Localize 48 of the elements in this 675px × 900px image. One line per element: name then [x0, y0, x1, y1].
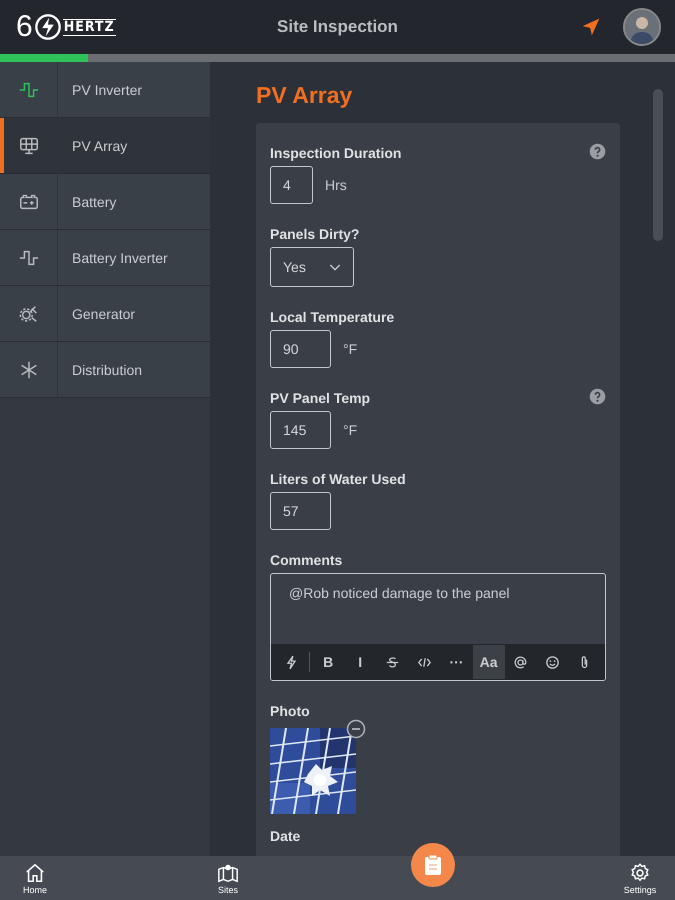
avatar[interactable]	[623, 8, 661, 46]
field-label: Date	[270, 828, 300, 844]
nav-item[interactable]: Sites	[198, 862, 258, 894]
sidebar-item[interactable]: Battery Inverter	[0, 230, 210, 286]
logo-text: HERTZ	[62, 18, 116, 36]
sidebar-item[interactable]: Battery	[0, 174, 210, 230]
help-icon[interactable]	[589, 143, 606, 160]
format-button[interactable]: Aa	[472, 645, 505, 679]
remove-icon[interactable]	[346, 719, 366, 739]
at-sign-icon	[512, 654, 530, 670]
format-button[interactable]: ···	[440, 645, 473, 679]
number-field[interactable]: 145	[270, 411, 331, 449]
settings-icon	[629, 862, 651, 884]
number-field[interactable]: 90	[270, 330, 331, 368]
nav-item[interactable]: Settings	[610, 862, 670, 894]
dropdown[interactable]: Yes	[270, 247, 354, 287]
sidebar-item[interactable]: Distribution	[0, 342, 210, 398]
field-label: PV Panel Temp	[270, 390, 370, 406]
format-button[interactable]: I	[344, 645, 376, 679]
format-button[interactable]: B	[312, 645, 344, 679]
smiley-icon	[544, 654, 562, 670]
scrollbar[interactable]	[653, 89, 663, 241]
bolt-circle-icon	[34, 13, 62, 41]
clipboard-icon	[423, 854, 443, 876]
number-field[interactable]: 57	[270, 492, 331, 530]
sidebar-item[interactable]: PV Array	[0, 118, 210, 174]
sidebar-item[interactable]: PV Inverter	[0, 62, 210, 118]
location-arrow-icon[interactable]	[581, 17, 601, 37]
logo-text: 6	[16, 12, 33, 42]
unit-label: °F	[343, 422, 358, 438]
home-icon	[24, 862, 46, 884]
field-label: Inspection Duration	[270, 145, 402, 161]
unit-label: °F	[343, 341, 358, 357]
number-field[interactable]: 4	[270, 166, 313, 204]
field-label: Panels Dirty?	[270, 226, 360, 242]
page-title: Site Inspection	[277, 17, 398, 36]
comment-text[interactable]: @Rob noticed damage to the panel	[271, 574, 605, 644]
nav-item[interactable]: Home	[5, 862, 65, 894]
help-icon[interactable]	[589, 388, 606, 405]
unit-label: Hrs	[325, 177, 347, 193]
field-label: Comments	[270, 552, 342, 568]
field-label: Local Temperature	[270, 309, 394, 325]
field-label: Liters of Water Used	[270, 471, 406, 487]
clipboard-button[interactable]	[411, 843, 455, 887]
field-label: Photo	[270, 703, 310, 719]
sidebar-item[interactable]: Generator	[0, 286, 210, 342]
section-title: PV Array	[256, 82, 352, 109]
comment-editor[interactable]: @Rob noticed damage to the panel B I ··· Aa	[270, 573, 606, 681]
